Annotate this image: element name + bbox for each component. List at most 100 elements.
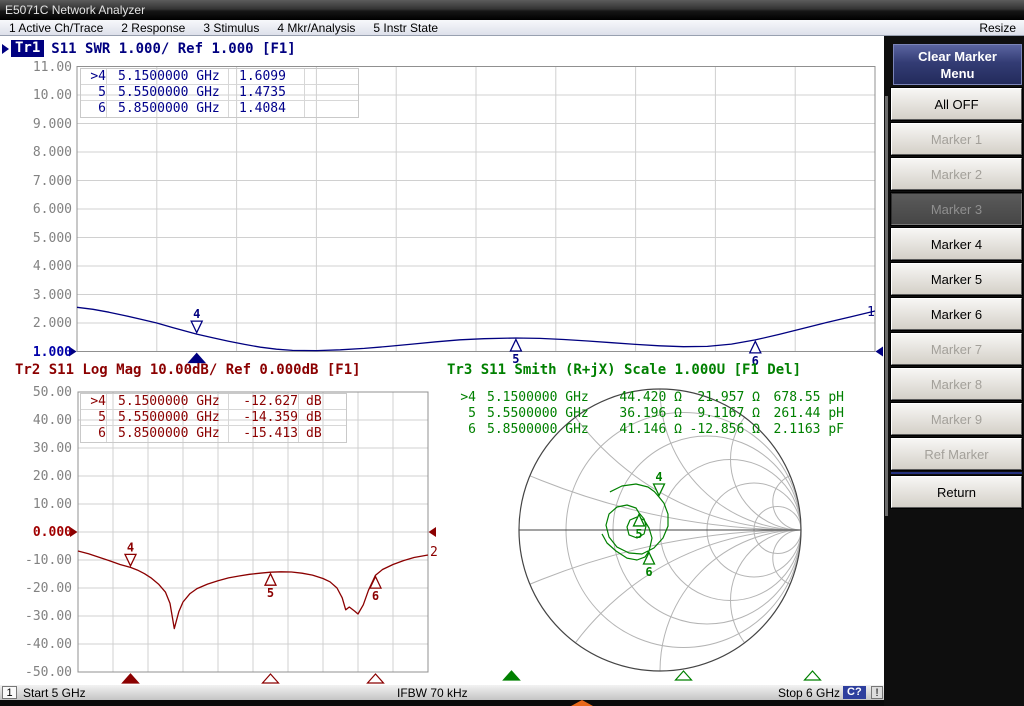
softkey-marker-1[interactable]: Marker 1 <box>891 123 1022 155</box>
y-axis-label: -50.00 <box>10 666 72 680</box>
y-axis-label: 20.00 <box>10 470 72 484</box>
ifbw-label: IFBW 70 kHz <box>397 686 468 700</box>
trace1-badge: Tr1 <box>11 40 44 57</box>
softkey-return[interactable]: Return <box>891 476 1022 508</box>
marker-table-cell: 5.5500000 GHz <box>107 410 229 426</box>
y-axis-label: 11.00 <box>10 61 72 75</box>
marker-table-cell: 5 <box>81 85 107 101</box>
bottom-strip <box>0 700 884 706</box>
marker-table-cell: 5 <box>452 406 476 422</box>
softkey-marker-6[interactable]: Marker 6 <box>891 298 1022 330</box>
marker-table-cell: 5.5500000 GHz <box>476 406 600 422</box>
marker-table-cell: dB <box>299 410 346 426</box>
y-axis-label: 30.00 <box>10 442 72 456</box>
trace3-header[interactable]: Tr3 S11 Smith (R+jX) Scale 1.000U [F1 De… <box>447 361 801 378</box>
marker-table-cell: 36.196 Ω <box>600 406 682 422</box>
active-trace-arrow-icon <box>2 44 9 54</box>
marker-table-cell: >4 <box>81 394 107 410</box>
menu-item-2[interactable]: 2 Response <box>112 21 194 35</box>
y-axis-label: -30.00 <box>10 610 72 624</box>
marker-table-cell: 44.420 Ω <box>600 390 682 406</box>
y-axis-label: 10.00 <box>10 498 72 512</box>
marker-table-cell: 5.8500000 GHz <box>107 426 229 442</box>
marker-table-cell: 6 <box>452 422 476 438</box>
softkey-menu-title: Clear Marker Menu <box>893 44 1022 85</box>
marker-table-cell: 5.8500000 GHz <box>107 101 229 117</box>
softkey-marker-9[interactable]: Marker 9 <box>891 403 1022 435</box>
marker-table-cell: 5.5500000 GHz <box>107 85 229 101</box>
alert-indicator: ! <box>871 686 883 699</box>
marker-table-cell: 5.1500000 GHz <box>107 69 229 85</box>
marker-table-cell: 2.1163 pF <box>760 422 844 438</box>
y-axis-label: 5.000 <box>10 232 72 246</box>
y-axis-label: 10.00 <box>10 89 72 103</box>
trace1-header[interactable]: Tr1 S11 SWR 1.000/ Ref 1.000 [F1] <box>2 40 296 57</box>
menu-bar: 1 Active Ch/Trace2 Response3 Stimulus4 M… <box>0 20 1024 36</box>
marker-table-cell: 5 <box>81 410 107 426</box>
stop-frequency-label: Stop 6 GHz <box>778 686 840 700</box>
menu-items: 1 Active Ch/Trace2 Response3 Stimulus4 M… <box>0 21 447 35</box>
softkey-marker-3[interactable]: Marker 3 <box>891 193 1022 225</box>
marker-table-cell: 1.4084 <box>229 101 305 117</box>
softkey-marker-4[interactable]: Marker 4 <box>891 228 1022 260</box>
y-axis-label: 7.000 <box>10 175 72 189</box>
menu-item-4[interactable]: 4 Mkr/Analysis <box>268 21 364 35</box>
trace1-marker-table: >45.1500000 GHz1.6099 55.5500000 GHz1.473… <box>80 68 359 118</box>
y-axis-label: -10.00 <box>10 554 72 568</box>
marker-table-cell: 5.1500000 GHz <box>476 390 600 406</box>
menu-item-1[interactable]: 1 Active Ch/Trace <box>0 21 112 35</box>
marker-table-cell <box>305 69 358 85</box>
network-analyzer-screen: { "window": { "title": "E5071C Network A… <box>0 0 1024 706</box>
softkey-menu-title-line1: Clear Marker <box>894 48 1021 65</box>
marker-table-cell: dB <box>299 394 346 410</box>
marker-table-cell: >4 <box>452 390 476 406</box>
y-axis-label: 40.00 <box>10 414 72 428</box>
marker-table-cell <box>305 101 358 117</box>
marker-table-cell: 5.8500000 GHz <box>476 422 600 438</box>
y-axis-label: 0.000 <box>10 526 72 540</box>
marker-table-cell: >4 <box>81 69 107 85</box>
menu-item-3[interactable]: 3 Stimulus <box>194 21 268 35</box>
calibration-status-badge: C? <box>843 686 866 699</box>
menu-item-resize[interactable]: Resize <box>971 21 1024 35</box>
marker-table-cell: 6 <box>81 101 107 117</box>
trace1-format-label: S11 SWR 1.000/ Ref 1.000 [F1] <box>51 41 295 57</box>
marker-table-cell: 5.1500000 GHz <box>107 394 229 410</box>
y-axis-label: 2.000 <box>10 317 72 331</box>
status-bar: 1 Start 5 GHz IFBW 70 kHz Stop 6 GHz C? … <box>0 684 884 700</box>
trace3-marker-table: >45.1500000 GHz44.420 Ω21.957 Ω678.55 pH… <box>452 390 844 438</box>
marker-table-cell: 6 <box>81 426 107 442</box>
softkey-divider <box>891 472 1022 474</box>
marker-table-cell: dB <box>299 426 346 442</box>
softkey-all-off[interactable]: All OFF <box>891 88 1022 120</box>
y-axis-label: -40.00 <box>10 638 72 652</box>
y-axis-label: 4.000 <box>10 260 72 274</box>
softkey-marker-2[interactable]: Marker 2 <box>891 158 1022 190</box>
marker-table-cell: -12.856 Ω <box>682 422 760 438</box>
trace2-header[interactable]: Tr2 S11 Log Mag 10.00dB/ Ref 0.000dB [F1… <box>15 361 361 378</box>
trace2-marker-table: >45.1500000 GHz-12.627dB 55.5500000 GHz-1… <box>80 393 347 443</box>
title-bar[interactable]: E5071C Network Analyzer <box>0 0 1024 20</box>
softkey-ref-marker[interactable]: Ref Marker <box>891 438 1022 470</box>
taskbar-peek-icon <box>571 700 593 706</box>
marker-table-cell: 261.44 pH <box>760 406 844 422</box>
marker-table-cell: 1.4735 <box>229 85 305 101</box>
window-title: E5071C Network Analyzer <box>5 3 145 17</box>
y-axis-label: 3.000 <box>10 289 72 303</box>
y-axis-label: 50.00 <box>10 386 72 400</box>
softkey-marker-7[interactable]: Marker 7 <box>891 333 1022 365</box>
softkey-marker-5[interactable]: Marker 5 <box>891 263 1022 295</box>
marker-table-cell: -14.359 <box>229 410 299 426</box>
y-axis-label: 6.000 <box>10 203 72 217</box>
marker-table-cell <box>305 85 358 101</box>
marker-table-cell: -12.627 <box>229 394 299 410</box>
marker-table-cell: 21.957 Ω <box>682 390 760 406</box>
marker-table-cell: 1.6099 <box>229 69 305 85</box>
softkey-marker-8[interactable]: Marker 8 <box>891 368 1022 400</box>
marker-table-cell: 678.55 pH <box>760 390 844 406</box>
menu-item-5[interactable]: 5 Instr State <box>364 21 447 35</box>
softkey-menu-title-line2: Menu <box>894 65 1021 82</box>
softkey-scrollbar[interactable] <box>885 96 888 516</box>
marker-table-cell: 9.1167 Ω <box>682 406 760 422</box>
start-frequency-label: Start 5 GHz <box>23 686 86 700</box>
